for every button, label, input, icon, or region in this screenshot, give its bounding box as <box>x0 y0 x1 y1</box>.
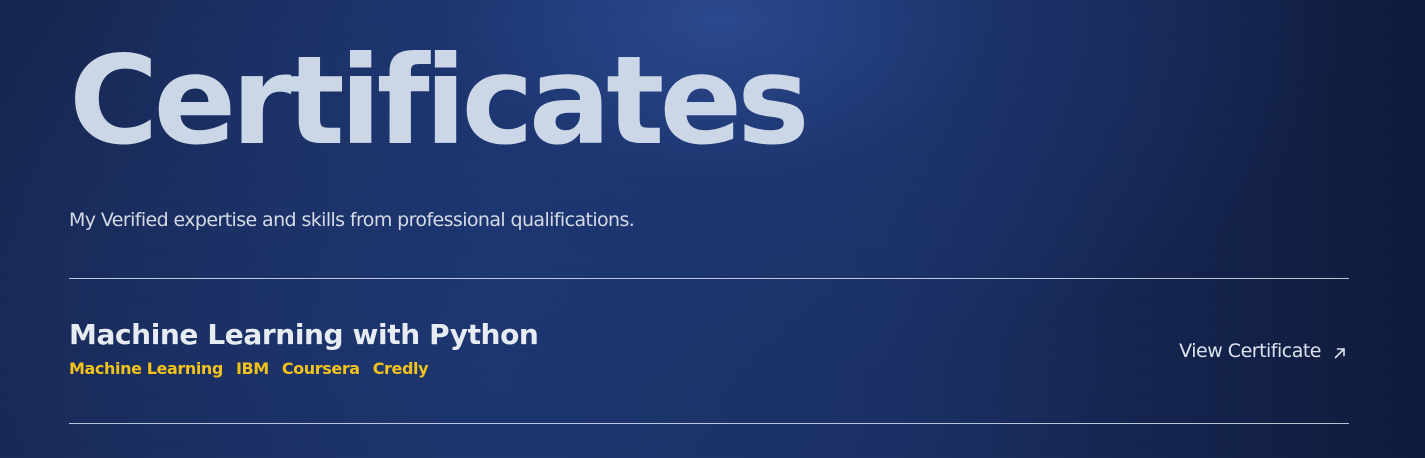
certificate-item: Machine Learning with Python Machine Lea… <box>69 279 1349 423</box>
view-certificate-label: View Certificate <box>1179 340 1321 362</box>
certificate-tag: Coursera <box>281 359 360 378</box>
divider-bottom <box>69 423 1349 424</box>
certificate-title: Machine Learning with Python <box>69 318 539 351</box>
certificate-tags: Machine Learning IBM Coursera Credly <box>69 359 429 379</box>
certificates-section: Certificates My Verified expertise and s… <box>69 0 1349 458</box>
certificate-tag: Machine Learning <box>69 359 223 378</box>
page-title: Certificates <box>69 30 810 172</box>
external-link-arrow-icon <box>1333 345 1347 359</box>
certificate-tag: IBM <box>235 359 269 378</box>
view-certificate-link[interactable]: View Certificate <box>1179 339 1347 363</box>
certificate-tag: Credly <box>372 359 429 378</box>
page-subtitle: My Verified expertise and skills from pr… <box>69 209 635 231</box>
